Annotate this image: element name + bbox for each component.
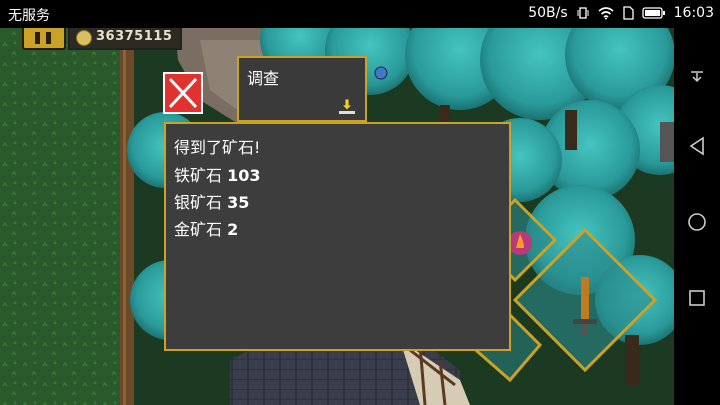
status-bar: 无服务 50B/s 16:03: [0, 0, 720, 28]
ore-name: 银矿石: [174, 193, 223, 212]
coin-icon: [76, 30, 92, 46]
recents-button[interactable]: [674, 278, 720, 318]
vibrate-icon: [577, 7, 589, 19]
investigate-label: 调查: [247, 69, 280, 88]
battery-icon: [641, 7, 665, 19]
coin-count: 36375115: [96, 29, 173, 44]
wifi-icon: [598, 7, 614, 20]
loot-dialog: 得到了矿石! 铁矿石 103 银矿石 35 金矿石 2: [164, 122, 511, 351]
sim-icon: [622, 6, 634, 20]
navigation-bar: [674, 28, 720, 405]
dialog-title: 得到了矿石!: [174, 138, 261, 157]
pause-button[interactable]: [22, 28, 66, 50]
ore-row-gold: 金矿石 2: [174, 216, 238, 240]
ore-name: 铁矿石: [174, 166, 223, 185]
pull-down-icon: [691, 71, 703, 83]
ore-row-iron: 铁矿石 103: [174, 162, 261, 186]
ore-name: 金矿石: [174, 220, 223, 239]
ore-amount: 103: [227, 166, 261, 185]
network-speed: 50B/s: [528, 5, 568, 21]
home-button[interactable]: [674, 202, 720, 242]
close-icon: [168, 77, 198, 109]
fire-icon: [508, 231, 532, 255]
coin-counter: 36375115: [68, 28, 182, 50]
ore-row-silver: 银矿石 35: [174, 189, 249, 213]
notification-shade-button[interactable]: [674, 58, 720, 98]
ore-amount: 2: [227, 220, 239, 239]
carrier-label: 无服务: [8, 8, 50, 24]
back-button[interactable]: [674, 126, 720, 166]
investigate-button[interactable]: 调查: [237, 56, 367, 122]
back-icon: [689, 136, 704, 156]
ore-amount: 35: [227, 193, 250, 212]
home-icon: [688, 213, 706, 231]
close-button[interactable]: [163, 72, 203, 114]
clock: 16:03: [673, 5, 714, 21]
recents-icon: [689, 290, 705, 306]
download-icon: [339, 98, 355, 114]
